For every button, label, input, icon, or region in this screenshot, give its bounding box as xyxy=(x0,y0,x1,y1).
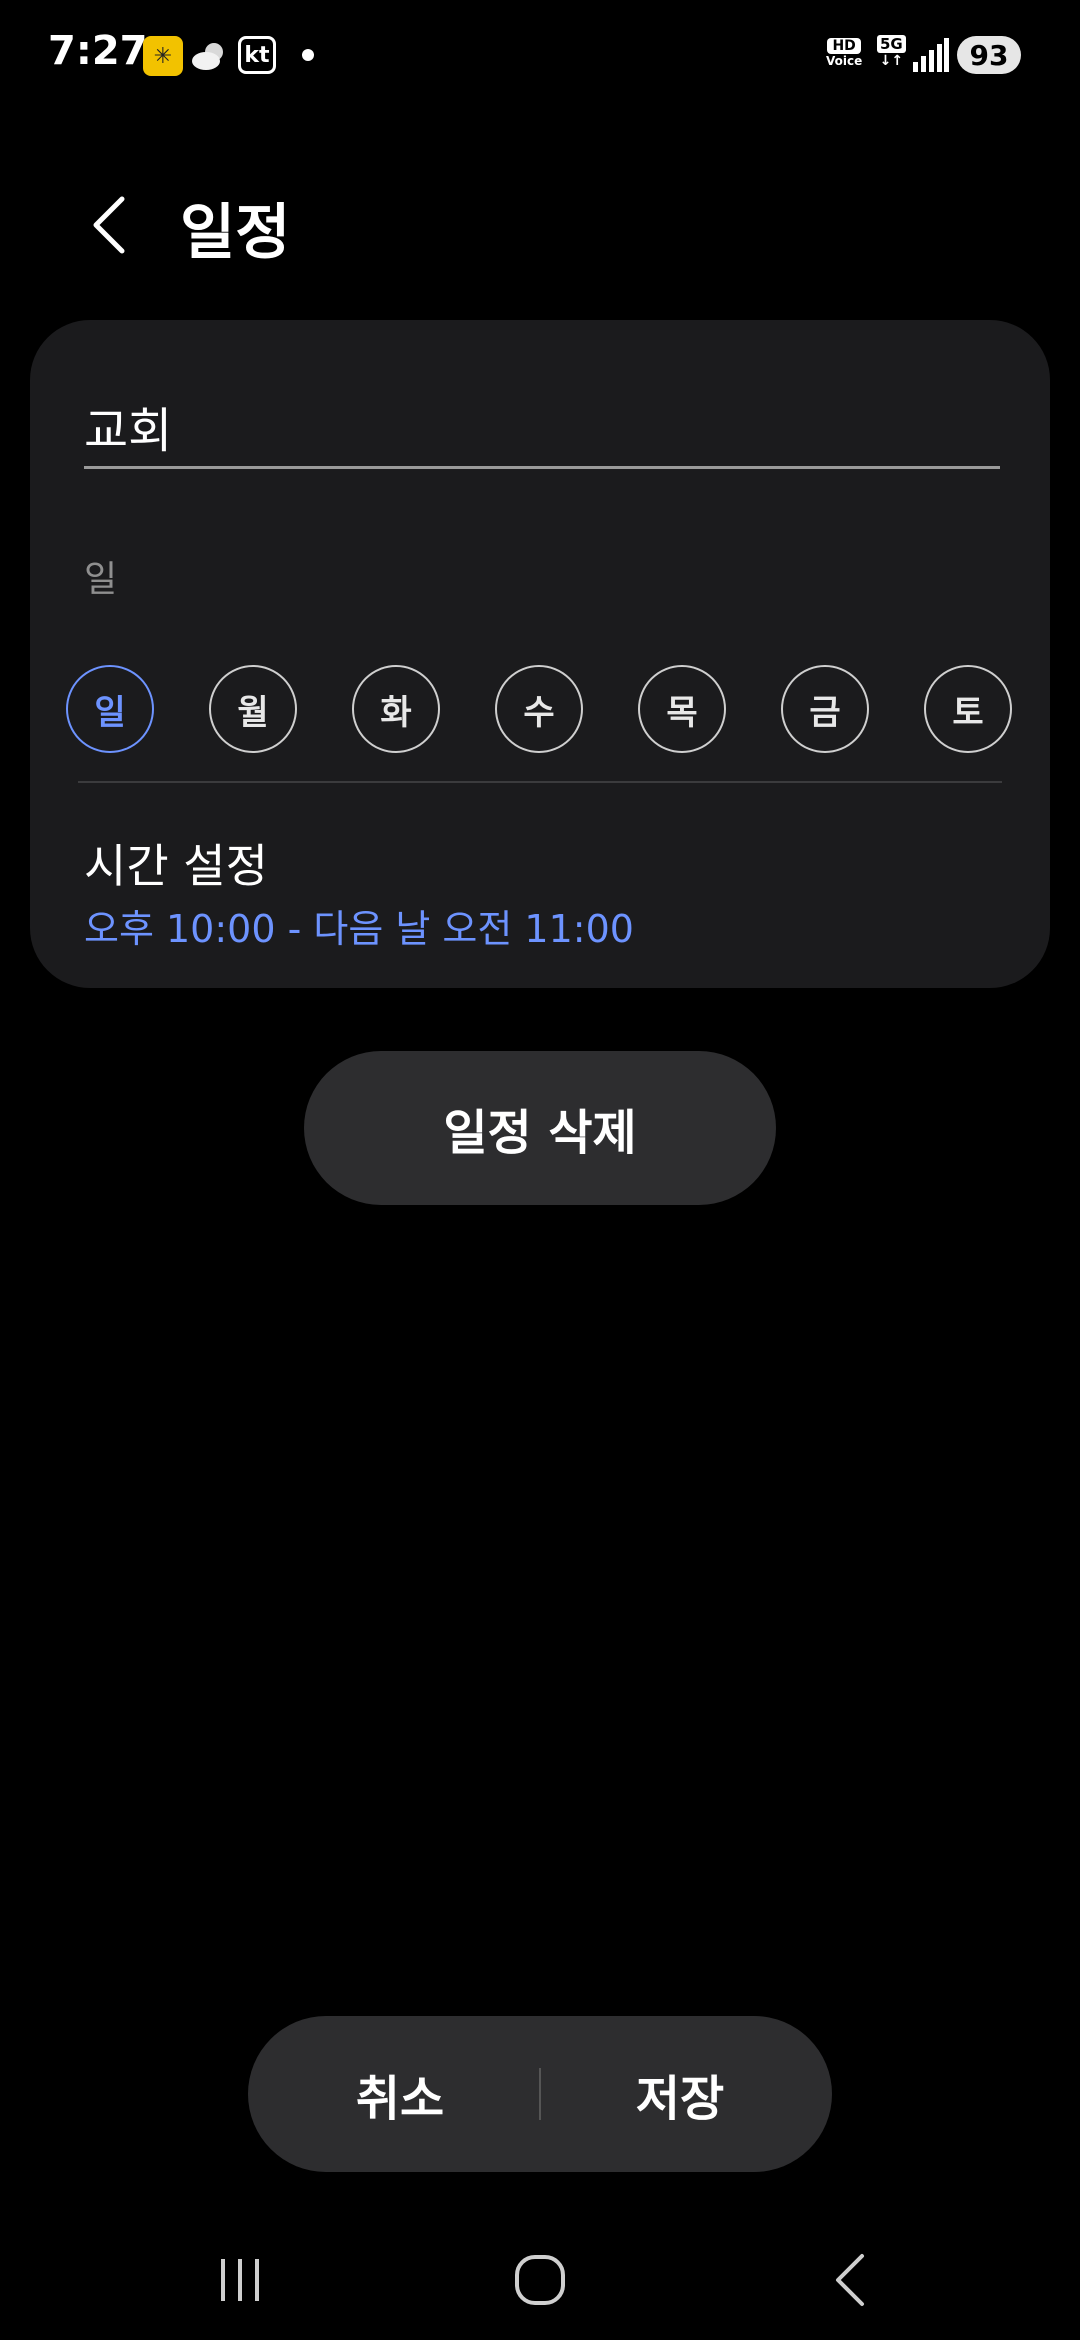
day-thu[interactable]: 목 xyxy=(638,665,726,753)
page-title: 일정 xyxy=(180,198,291,268)
day-mon[interactable]: 월 xyxy=(209,665,297,753)
recent-apps-button[interactable] xyxy=(210,2240,270,2320)
carrier-icon: kt xyxy=(238,36,276,74)
home-icon xyxy=(515,2255,565,2305)
status-time: 7:27 xyxy=(48,28,148,74)
weather-icon xyxy=(190,40,230,76)
save-button[interactable]: 저장 xyxy=(540,2016,820,2172)
day-selector: 일 월 화 수 목 금 토 xyxy=(66,665,1026,759)
day-tue[interactable]: 화 xyxy=(352,665,440,753)
repeat-summary: 일 xyxy=(84,559,118,600)
app-notification-icon: ✳ xyxy=(143,36,183,76)
delete-event-button[interactable]: 일정 삭제 xyxy=(304,1051,776,1205)
day-fri[interactable]: 금 xyxy=(781,665,869,753)
battery-icon: 93 xyxy=(957,36,1021,74)
system-nav-bar xyxy=(0,2220,1080,2340)
day-sun[interactable]: 일 xyxy=(66,665,154,753)
time-setting-label: 시간 설정 xyxy=(84,839,268,893)
time-setting-value: 오후 10:00 - 다음 날 오전 11:00 xyxy=(84,907,634,951)
cancel-button[interactable]: 취소 xyxy=(260,2016,540,2172)
day-sat[interactable]: 토 xyxy=(924,665,1012,753)
divider xyxy=(78,781,1002,783)
day-wed[interactable]: 수 xyxy=(495,665,583,753)
notification-dot-icon xyxy=(302,49,314,61)
event-name-input[interactable] xyxy=(84,386,1000,469)
network-5g-icon: 5G ↓↑ xyxy=(877,35,906,69)
chevron-left-icon xyxy=(93,196,125,254)
event-card: 일 일 월 화 수 목 금 토 시간 설정 오후 10:00 - 다음 날 오전… xyxy=(30,320,1050,988)
status-bar: 7:27 ✳ kt HD Voice 5G ↓↑ 93 xyxy=(0,0,1080,110)
hd-voice-icon: HD Voice xyxy=(826,38,863,68)
recent-apps-icon xyxy=(221,2259,259,2301)
bottom-action-bar: 취소 저장 xyxy=(248,2016,832,2172)
signal-icon xyxy=(913,38,949,76)
home-button[interactable] xyxy=(510,2240,570,2320)
back-button[interactable] xyxy=(78,190,138,260)
nav-back-icon xyxy=(836,2254,864,2306)
nav-back-button[interactable] xyxy=(820,2240,880,2320)
